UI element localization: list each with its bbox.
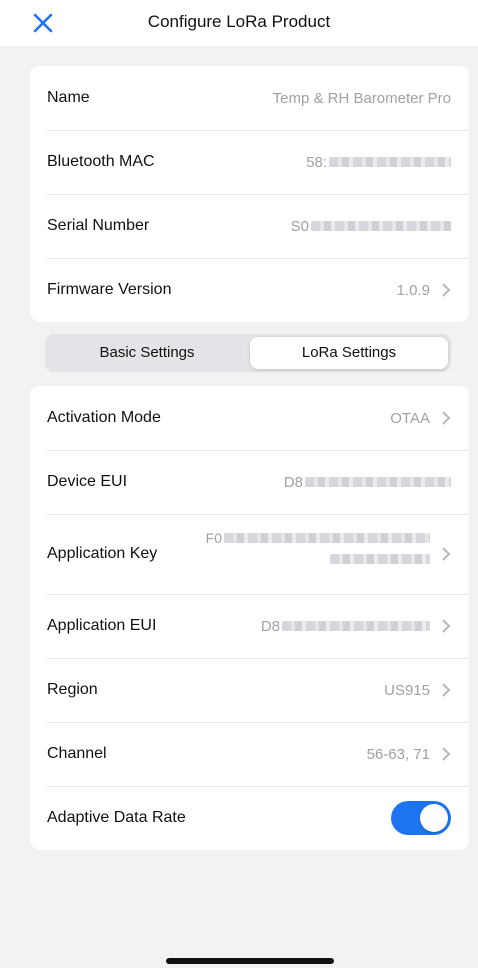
firmware-version-label: Firmware Version [47, 281, 172, 298]
page-title: Configure LoRa Product [147, 12, 331, 31]
name-value: Temp & RH Barometer Pro [273, 90, 451, 107]
redacted-value [311, 221, 451, 231]
device-eui-value: D8 [284, 474, 451, 491]
tab-basic-settings[interactable]: Basic Settings [48, 337, 246, 369]
chevron-right-icon [442, 547, 450, 561]
activation-mode-value: OTAA [390, 410, 451, 427]
name-value-text: Temp & RH Barometer Pro [272, 89, 451, 107]
chevron-right-icon [442, 411, 450, 425]
device-eui-label: Device EUI [47, 473, 128, 490]
device-info-card: Name Temp & RH Barometer Pro Bluetooth M… [30, 66, 469, 322]
serial-number-value: S0 [291, 218, 451, 235]
device-eui-row: Device EUI D8 [30, 450, 469, 514]
application-key-value: F0 [206, 530, 451, 564]
channel-value-text: 56-63, 71 [366, 745, 430, 763]
application-key-value-lines: F0 [206, 530, 430, 564]
adaptive-data-rate-toggle[interactable] [391, 801, 451, 835]
chevron-right-icon [442, 683, 450, 697]
region-value: US915 [384, 682, 451, 699]
application-key-value-text: F0 [205, 530, 222, 546]
region-value-text: US915 [384, 681, 430, 699]
application-eui-value-text: D8 [260, 617, 280, 635]
firmware-version-value-text: 1.0.9 [396, 281, 430, 299]
chevron-right-icon [442, 747, 450, 761]
serial-number-value-text: S0 [290, 217, 309, 235]
application-eui-row[interactable]: Application EUI D8 [30, 594, 469, 658]
redacted-value [282, 621, 430, 631]
bluetooth-mac-label: Bluetooth MAC [47, 153, 155, 170]
application-eui-value: D8 [261, 618, 451, 635]
chevron-right-icon [442, 283, 450, 297]
tab-lora-settings[interactable]: LoRa Settings [250, 337, 448, 369]
adaptive-data-rate-label: Adaptive Data Rate [47, 809, 186, 826]
name-label: Name [47, 89, 90, 106]
region-label: Region [47, 681, 98, 698]
toggle-knob [420, 804, 448, 832]
application-key-row[interactable]: Application Key F0 [30, 514, 469, 594]
name-row: Name Temp & RH Barometer Pro [30, 66, 469, 130]
region-row[interactable]: Region US915 [30, 658, 469, 722]
bluetooth-mac-row: Bluetooth MAC 58: [30, 130, 469, 194]
chevron-right-icon [442, 619, 450, 633]
redacted-value [305, 477, 451, 487]
redacted-value [330, 554, 430, 564]
channel-row[interactable]: Channel 56-63, 71 [30, 722, 469, 786]
activation-mode-label: Activation Mode [47, 409, 161, 426]
home-indicator [166, 958, 334, 964]
firmware-version-row[interactable]: Firmware Version 1.0.9 [30, 258, 469, 322]
redacted-value [224, 533, 430, 543]
device-eui-value-text: D8 [283, 473, 303, 491]
application-eui-label: Application EUI [47, 617, 157, 634]
bluetooth-mac-value: 58: [306, 154, 451, 171]
firmware-version-value: 1.0.9 [397, 282, 451, 299]
application-key-label: Application Key [47, 545, 158, 562]
activation-mode-row[interactable]: Activation Mode OTAA [30, 386, 469, 450]
serial-number-label: Serial Number [47, 217, 150, 234]
redacted-value [329, 157, 451, 167]
channel-value: 56-63, 71 [367, 746, 451, 763]
navigation-bar: Configure LoRa Product [0, 0, 478, 46]
channel-label: Channel [47, 745, 107, 762]
adaptive-data-rate-row: Adaptive Data Rate [30, 786, 469, 850]
settings-segmented-control: Basic Settings LoRa Settings [45, 334, 451, 372]
serial-number-row: Serial Number S0 [30, 194, 469, 258]
lora-settings-card: Activation Mode OTAA Device EUI D8 Appli… [30, 386, 469, 850]
application-key-line-1: F0 [206, 530, 430, 546]
bluetooth-mac-value-text: 58: [306, 153, 327, 171]
activation-mode-value-text: OTAA [390, 409, 430, 427]
